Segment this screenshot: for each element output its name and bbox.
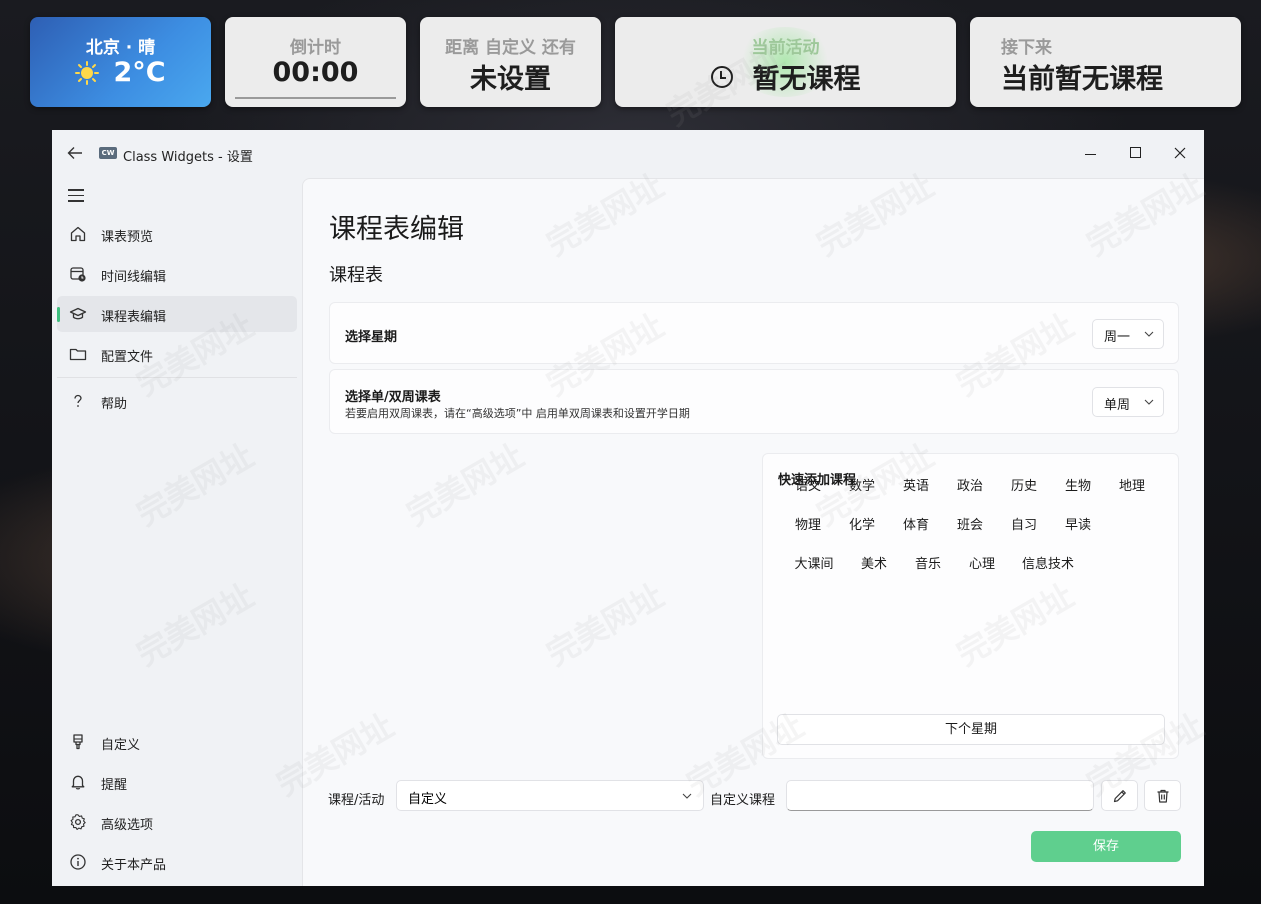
close-button[interactable] [1158, 138, 1202, 168]
nav-divider [57, 377, 297, 378]
subject-button[interactable]: 化学 [833, 512, 891, 540]
chevron-down-icon [1144, 399, 1154, 405]
next-week-button[interactable]: 下个星期 [777, 714, 1165, 745]
sidebar-item-help[interactable]: 帮助 [57, 383, 297, 419]
info-icon [70, 854, 86, 870]
subject-button[interactable]: 数学 [833, 473, 891, 501]
next-activity-value: 当前暂无课程 [1001, 64, 1163, 95]
sidebar-item-timeline[interactable]: 时间线编辑 [57, 256, 297, 292]
settings-window: CW Class Widgets - 设置 课表预览 时间线编辑 课程表编辑 配… [52, 130, 1204, 886]
week-type-value: 单周 [1104, 398, 1131, 413]
sidebar-item-reminder[interactable]: 提醒 [57, 764, 297, 800]
subject-button[interactable]: 物理 [779, 512, 837, 540]
sidebar-item-advanced[interactable]: 高级选项 [57, 804, 297, 840]
home-icon [70, 226, 86, 242]
chevron-down-icon [1144, 331, 1154, 337]
current-activity-value: 暂无课程 [752, 64, 861, 95]
current-activity-widget: 当前活动 暂无课程 [615, 17, 956, 107]
countdown-progress-bar [235, 97, 396, 99]
weather-temperature: 2°C [113, 57, 166, 88]
weather-location: 北京 · 晴 [85, 38, 156, 58]
minimize-button[interactable] [1068, 138, 1112, 168]
weekday-value: 周一 [1104, 330, 1131, 345]
save-button[interactable]: 保存 [1031, 831, 1181, 862]
weekday-label: 选择星期 [345, 330, 398, 345]
pencil-icon [1113, 790, 1126, 803]
distance-title: 距离 自定义 还有 [445, 38, 576, 58]
edit-button[interactable] [1101, 780, 1138, 811]
page-title: 课程表编辑 [329, 214, 464, 245]
sidebar-item-schedule-edit[interactable]: 课程表编辑 [57, 296, 297, 332]
sidebar-item-customize[interactable]: 自定义 [57, 724, 297, 760]
back-arrow-icon[interactable] [66, 144, 84, 162]
countdown-widget: 倒计时 00:00 [225, 17, 406, 107]
subject-button[interactable]: 音乐 [899, 551, 957, 579]
subject-button[interactable]: 自习 [995, 512, 1053, 540]
sidebar-item-preview[interactable]: 课表预览 [57, 216, 297, 252]
sidebar-item-config-files[interactable]: 配置文件 [57, 336, 297, 372]
delete-button[interactable] [1144, 780, 1181, 811]
menu-icon[interactable] [68, 189, 84, 202]
gear-icon [70, 814, 86, 830]
folder-icon [69, 348, 87, 361]
sidebar-nav: 课表预览 时间线编辑 课程表编辑 配置文件 帮助 自定义 提醒 高级选项 关于本… [52, 176, 302, 886]
week-type-select[interactable]: 单周 [1092, 387, 1164, 417]
clock-icon [710, 65, 733, 88]
subject-button[interactable]: 地理 [1103, 473, 1161, 501]
next-activity-widget: 接下来 当前暂无课程 [970, 17, 1241, 107]
weekday-select[interactable]: 周一 [1092, 319, 1164, 349]
app-logo: CW [99, 147, 117, 159]
subject-button[interactable]: 班会 [941, 512, 999, 540]
subject-button[interactable]: 信息技术 [1007, 551, 1089, 579]
graduation-cap-icon [69, 307, 87, 320]
next-activity-title: 接下来 [1001, 38, 1052, 58]
distance-widget: 距离 自定义 还有 未设置 [420, 17, 601, 107]
subject-button[interactable]: 美术 [845, 551, 903, 579]
quick-add-panel: 快速添加课程 语文 数学 英语 政治 历史 生物 地理 物理 化学 体育 班会 … [762, 453, 1179, 759]
close-icon [1174, 147, 1186, 159]
current-activity-title: 当前活动 [751, 38, 820, 58]
question-icon [74, 394, 82, 407]
custom-course-label: 自定义课程 [710, 793, 776, 808]
distance-value: 未设置 [470, 64, 551, 95]
sun-icon [75, 60, 100, 85]
countdown-title: 倒计时 [290, 38, 341, 58]
brush-icon [73, 734, 83, 750]
content-panel: 课程表编辑 课程表 选择星期 周一 选择单/双周课表 若要启用双周课表，请在“高… [302, 178, 1204, 886]
subject-button[interactable]: 大课间 [779, 551, 849, 579]
subject-button[interactable]: 政治 [941, 473, 999, 501]
week-type-description: 若要启用双周课表，请在“高级选项”中 启用单双周课表和设置开学日期 [345, 407, 690, 420]
subject-button[interactable]: 体育 [887, 512, 945, 540]
trash-icon [1157, 789, 1169, 803]
week-type-label: 选择单/双周课表 [345, 390, 441, 405]
active-indicator [57, 307, 60, 322]
subject-button[interactable]: 英语 [887, 473, 945, 501]
subject-button[interactable]: 心理 [953, 551, 1011, 579]
week-type-card: 选择单/双周课表 若要启用双周课表，请在“高级选项”中 启用单双周课表和设置开学… [329, 369, 1179, 434]
subject-button[interactable]: 早读 [1049, 512, 1107, 540]
maximize-button[interactable] [1113, 138, 1157, 168]
subject-button[interactable]: 语文 [779, 473, 837, 501]
window-title: Class Widgets - 设置 [123, 150, 253, 165]
weather-widget: 北京 · 晴 2°C [30, 17, 211, 107]
course-label: 课程/活动 [328, 793, 385, 808]
title-bar: CW Class Widgets - 设置 [52, 130, 1204, 176]
subject-button[interactable]: 历史 [995, 473, 1053, 501]
bell-icon [71, 775, 85, 790]
weekday-card: 选择星期 周一 [329, 302, 1179, 364]
calendar-clock-icon [70, 267, 86, 282]
chevron-down-icon [682, 793, 692, 799]
section-title: 课程表 [329, 265, 383, 286]
sidebar-item-about[interactable]: 关于本产品 [57, 844, 297, 880]
course-value: 自定义 [408, 792, 448, 807]
custom-course-input[interactable] [786, 780, 1094, 811]
subject-button[interactable]: 生物 [1049, 473, 1107, 501]
course-select[interactable]: 自定义 [396, 780, 704, 811]
countdown-value: 00:00 [272, 57, 359, 88]
